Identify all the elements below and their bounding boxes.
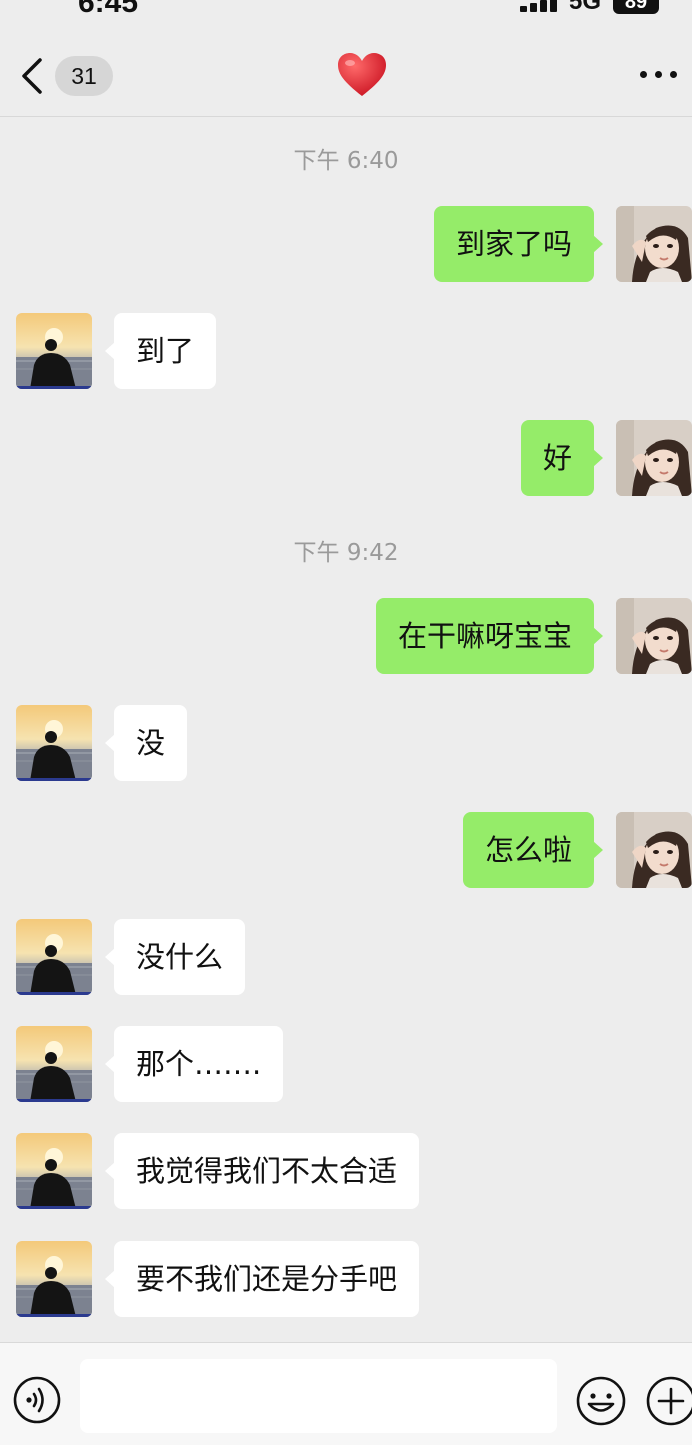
timestamp: 下午 6:40 (293, 148, 399, 174)
my-avatar[interactable] (616, 812, 692, 888)
message-bubble-received[interactable]: 到了 (104, 313, 217, 389)
contact-avatar[interactable] (16, 1241, 92, 1317)
contact-avatar[interactable] (16, 313, 92, 389)
my-avatar[interactable] (616, 206, 692, 282)
message-bubble-received[interactable]: 要不我们还是分手吧 (104, 1241, 420, 1317)
message-bubble-received[interactable]: 我觉得我们不太合适 (104, 1133, 420, 1209)
message-bubble-received[interactable]: 没 (104, 705, 188, 781)
message-bubble-received[interactable]: 没什么 (104, 919, 246, 995)
network-type: 5G (569, 0, 602, 15)
status-time: 6:45 (78, 0, 139, 19)
message-bubble-sent[interactable]: 在干嘛呀宝宝 (375, 598, 604, 674)
message-input[interactable] (80, 1359, 557, 1433)
red-heart-icon (338, 53, 386, 96)
chat-header: 31 (0, 18, 692, 117)
contact-avatar[interactable] (16, 919, 92, 995)
emoji-icon[interactable] (575, 1375, 627, 1427)
my-avatar[interactable] (616, 598, 692, 674)
more-dots-icon[interactable] (636, 68, 682, 82)
chevron-left-icon[interactable] (16, 54, 52, 98)
battery-indicator: 89 (613, 0, 659, 14)
message-bubble-sent[interactable]: 到家了吗 (433, 206, 604, 282)
message-list[interactable]: 下午 6:40 到家了吗 到了 好 下午 9:42 在干嘛呀宝宝 没 怎么啦 没… (0, 117, 692, 1342)
plus-icon[interactable] (645, 1375, 692, 1427)
message-bubble-sent[interactable]: 怎么啦 (462, 812, 604, 888)
timestamp: 下午 9:42 (293, 540, 399, 566)
status-bar: 6:45 5G 89 (0, 0, 692, 19)
contact-avatar[interactable] (16, 705, 92, 781)
signal-icon (520, 0, 560, 14)
input-bar (0, 1342, 692, 1445)
unread-count-badge[interactable]: 31 (55, 56, 113, 96)
my-avatar[interactable] (616, 420, 692, 496)
voice-icon[interactable] (12, 1375, 62, 1425)
contact-avatar[interactable] (16, 1133, 92, 1209)
contact-avatar[interactable] (16, 1026, 92, 1102)
message-bubble-sent[interactable]: 好 (520, 420, 604, 496)
message-bubble-received[interactable]: 那个……. (104, 1026, 284, 1102)
